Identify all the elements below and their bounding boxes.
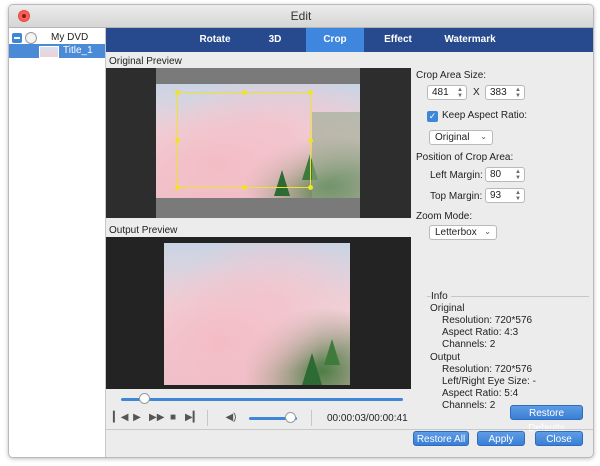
edit-window: Edit My DVD Title_1 Rotate 3D Crop Effec… bbox=[8, 4, 594, 458]
left-margin-stepper[interactable]: 80 ▲ ▼ bbox=[485, 167, 525, 182]
volume-slider-handle[interactable] bbox=[284, 412, 296, 423]
fast-forward-icon[interactable]: ▶▶ bbox=[149, 412, 164, 424]
divider bbox=[106, 429, 593, 430]
sidebar: My DVD Title_1 bbox=[9, 28, 106, 457]
collapse-icon[interactable] bbox=[12, 33, 22, 43]
foliage-shape bbox=[312, 112, 360, 198]
crop-rectangle[interactable] bbox=[175, 90, 313, 190]
crop-handle[interactable] bbox=[242, 90, 247, 95]
playback-progress-handle[interactable] bbox=[138, 393, 150, 404]
info-original-channels: Channels: 2 bbox=[442, 339, 496, 350]
tree-shape bbox=[302, 353, 322, 385]
crop-handle[interactable] bbox=[308, 185, 313, 190]
output-image bbox=[164, 243, 350, 385]
apply-button[interactable]: Apply bbox=[477, 431, 525, 446]
crop-handle[interactable] bbox=[308, 138, 313, 143]
crop-height-stepper[interactable]: 383 ▲ ▼ bbox=[485, 85, 525, 100]
tab-crop[interactable]: Crop bbox=[306, 28, 364, 52]
skip-forward-icon[interactable]: ▶▎ bbox=[185, 412, 200, 424]
crop-handle[interactable] bbox=[175, 138, 180, 143]
stop-icon[interactable]: ■ bbox=[167, 412, 179, 424]
disc-icon bbox=[25, 32, 37, 44]
info-panel: Info Original Resolution: 720*576 Aspect… bbox=[427, 291, 589, 411]
info-heading: Info bbox=[431, 291, 451, 302]
tree-shape bbox=[324, 339, 340, 365]
original-preview bbox=[106, 68, 411, 218]
top-margin-stepper[interactable]: 93 ▲ ▼ bbox=[485, 188, 525, 203]
left-margin-label: Left Margin: bbox=[430, 170, 483, 181]
info-original-aspect: Aspect Ratio: 4:3 bbox=[442, 327, 519, 338]
info-original-resolution: Resolution: 720*576 bbox=[442, 315, 533, 326]
divider bbox=[207, 410, 208, 426]
original-frame-image bbox=[156, 68, 360, 218]
crop-handle[interactable] bbox=[175, 185, 180, 190]
tab-effect[interactable]: Effect bbox=[368, 28, 428, 52]
zoom-mode-label: Zoom Mode: bbox=[416, 211, 473, 222]
title-thumbnail bbox=[39, 46, 59, 58]
info-output-aspect: Aspect Ratio: 5:4 bbox=[442, 388, 519, 399]
title-bar: Edit bbox=[9, 5, 593, 28]
info-output-heading: Output bbox=[430, 352, 461, 363]
restore-defaults-button[interactable]: Restore Defaults bbox=[510, 405, 583, 434]
tree-item-label: My DVD bbox=[51, 32, 89, 43]
tab-3d[interactable]: 3D bbox=[256, 28, 294, 52]
top-margin-label: Top Margin: bbox=[430, 191, 483, 202]
original-preview-label: Original Preview bbox=[109, 56, 182, 67]
zoom-mode-select[interactable]: Letterbox ⌄ bbox=[429, 225, 497, 240]
crop-handle[interactable] bbox=[242, 185, 247, 190]
stepper-arrows-icon[interactable]: ▲ ▼ bbox=[515, 190, 521, 202]
divider bbox=[311, 410, 312, 426]
info-output-channels: Channels: 2 bbox=[442, 400, 496, 411]
chevron-down-icon: ⌄ bbox=[480, 132, 487, 141]
close-button[interactable]: Close bbox=[535, 431, 583, 446]
crop-size-separator: X bbox=[473, 87, 480, 98]
window-title: Edit bbox=[290, 9, 312, 23]
skip-back-icon[interactable]: ▎◀ bbox=[113, 412, 128, 424]
info-output-resolution: Resolution: 720*576 bbox=[442, 364, 533, 375]
crop-width-stepper[interactable]: 481 ▲ ▼ bbox=[427, 85, 467, 100]
tree-item-my-dvd[interactable]: My DVD bbox=[9, 31, 105, 45]
tab-rotate[interactable]: Rotate bbox=[186, 28, 244, 52]
crop-area-size-label: Crop Area Size: bbox=[416, 70, 487, 81]
output-preview bbox=[106, 237, 411, 389]
output-preview-label: Output Preview bbox=[109, 225, 178, 236]
stepper-arrows-icon[interactable]: ▲ ▼ bbox=[515, 87, 521, 99]
restore-all-button[interactable]: Restore All bbox=[413, 431, 469, 446]
aspect-ratio-select[interactable]: Original ⌄ bbox=[429, 130, 493, 145]
chevron-down-icon: ⌄ bbox=[484, 227, 491, 236]
keep-aspect-ratio-checkbox[interactable]: ✓ bbox=[427, 111, 438, 122]
tree-item-title[interactable]: Title_1 bbox=[9, 44, 105, 58]
info-output-eye-size: Left/Right Eye Size: - bbox=[442, 376, 536, 387]
stepper-arrows-icon[interactable]: ▲ ▼ bbox=[515, 169, 521, 181]
play-icon[interactable]: ▶ bbox=[131, 412, 143, 424]
tab-watermark[interactable]: Watermark bbox=[428, 28, 512, 52]
position-label: Position of Crop Area: bbox=[416, 152, 514, 163]
crop-handle[interactable] bbox=[308, 90, 313, 95]
tree-item-label: Title_1 bbox=[63, 45, 93, 56]
tab-bar: Rotate 3D Crop Effect Watermark bbox=[106, 28, 593, 52]
stepper-arrows-icon[interactable]: ▲ ▼ bbox=[457, 87, 463, 99]
volume-icon[interactable]: ◀) bbox=[225, 412, 237, 424]
playback-progress-bar[interactable] bbox=[121, 398, 403, 401]
info-original-heading: Original bbox=[430, 303, 465, 314]
crop-handle[interactable] bbox=[175, 90, 180, 95]
playback-timecode: 00:00:03/00:00:41 bbox=[327, 413, 408, 424]
keep-aspect-ratio-label: Keep Aspect Ratio: bbox=[442, 110, 528, 121]
